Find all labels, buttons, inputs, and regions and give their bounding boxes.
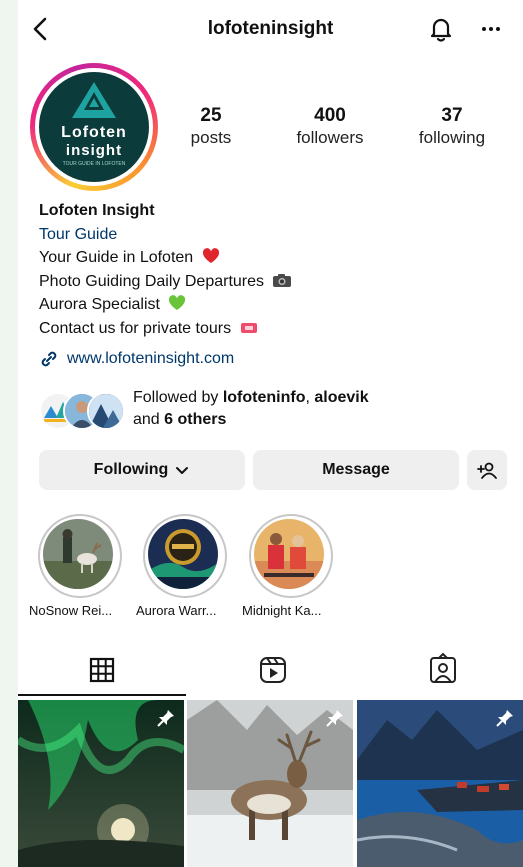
mutual-followers-avatars[interactable]	[39, 390, 129, 430]
link-icon	[41, 351, 57, 367]
highlight-cover	[254, 519, 324, 589]
pin-icon	[326, 710, 343, 727]
stat-followers[interactable]: 400 followers	[290, 105, 370, 149]
followers-label: followers	[296, 128, 364, 147]
post-hamnoy[interactable]	[357, 700, 523, 867]
stat-following[interactable]: 37 following	[412, 105, 492, 149]
post-aurora[interactable]	[18, 700, 184, 867]
pin-icon	[496, 710, 513, 727]
posts-count: 25	[200, 105, 222, 126]
bio-line: Contact us for private tours	[39, 317, 499, 341]
post-reindeer[interactable]	[187, 700, 353, 867]
avatar-logo: Lofoten insight TOUR GUIDE IN LOFOTEN	[39, 72, 149, 182]
green-heart-icon	[169, 295, 186, 310]
display-name: Lofoten Insight	[39, 202, 155, 219]
profile-avatar[interactable]: Lofoten insight TOUR GUIDE IN LOFOTEN	[30, 63, 158, 191]
more-horizontal-icon[interactable]	[476, 14, 506, 44]
website-link[interactable]: www.lofoteninsight.com	[39, 347, 234, 371]
highlight-label: Aurora Warr...	[136, 603, 217, 618]
mutual-user-2[interactable]: aloevik	[314, 389, 368, 406]
add-person-icon	[477, 462, 497, 479]
reels-icon[interactable]	[253, 650, 293, 690]
suggest-people-button[interactable]	[467, 450, 507, 490]
bio-line: Photo Guiding Daily Departures	[39, 270, 499, 294]
message-button[interactable]: Message	[253, 450, 459, 490]
mutual-avatar	[87, 392, 125, 430]
active-tab-indicator	[18, 694, 186, 696]
followers-count: 400	[314, 105, 346, 126]
category-label: Tour Guide	[39, 225, 118, 243]
logo-word-insight: insight	[65, 142, 123, 159]
profile-bio: Lofoten Insight Tour Guide Your Guide in…	[39, 199, 499, 340]
followed-by-text[interactable]: Followed by lofoteninfo, aloevik and 6 o…	[133, 387, 369, 431]
bio-line: Aurora Specialist	[39, 293, 499, 317]
top-bar: lofoteninsight	[18, 0, 523, 60]
tagged-icon[interactable]	[423, 650, 463, 690]
mutual-others[interactable]: 6 others	[164, 411, 226, 428]
bell-icon[interactable]	[426, 14, 456, 44]
following-count: 37	[441, 105, 463, 126]
following-button[interactable]: Following	[39, 450, 245, 490]
posts-label: posts	[190, 128, 232, 147]
following-label: following	[418, 128, 486, 147]
logo-word-lofoten: Lofoten	[61, 124, 127, 141]
website-url: www.lofoteninsight.com	[67, 350, 235, 367]
logo-tagline: TOUR GUIDE IN LOFOTEN	[62, 161, 126, 167]
red-heart-icon	[202, 248, 219, 263]
highlight-label: Midnight Ka...	[242, 603, 322, 618]
mutual-user-1[interactable]: lofoteninfo	[223, 389, 306, 406]
highlight-label: NoSnow Rei...	[29, 603, 113, 618]
grid-icon[interactable]	[82, 650, 122, 690]
camera-icon	[273, 273, 292, 287]
highlight-cover	[148, 519, 218, 589]
profile-screen: lofoteninsight Lofoten insight TOUR GUID…	[18, 0, 523, 867]
pin-icon	[157, 710, 174, 727]
bio-line: Your Guide in Lofoten	[39, 246, 499, 270]
stat-posts[interactable]: 25 posts	[184, 105, 238, 149]
chevron-down-icon	[176, 467, 189, 474]
mountain-logo-icon	[72, 82, 116, 118]
highlight-cover	[43, 519, 113, 589]
ticket-icon	[240, 322, 257, 333]
